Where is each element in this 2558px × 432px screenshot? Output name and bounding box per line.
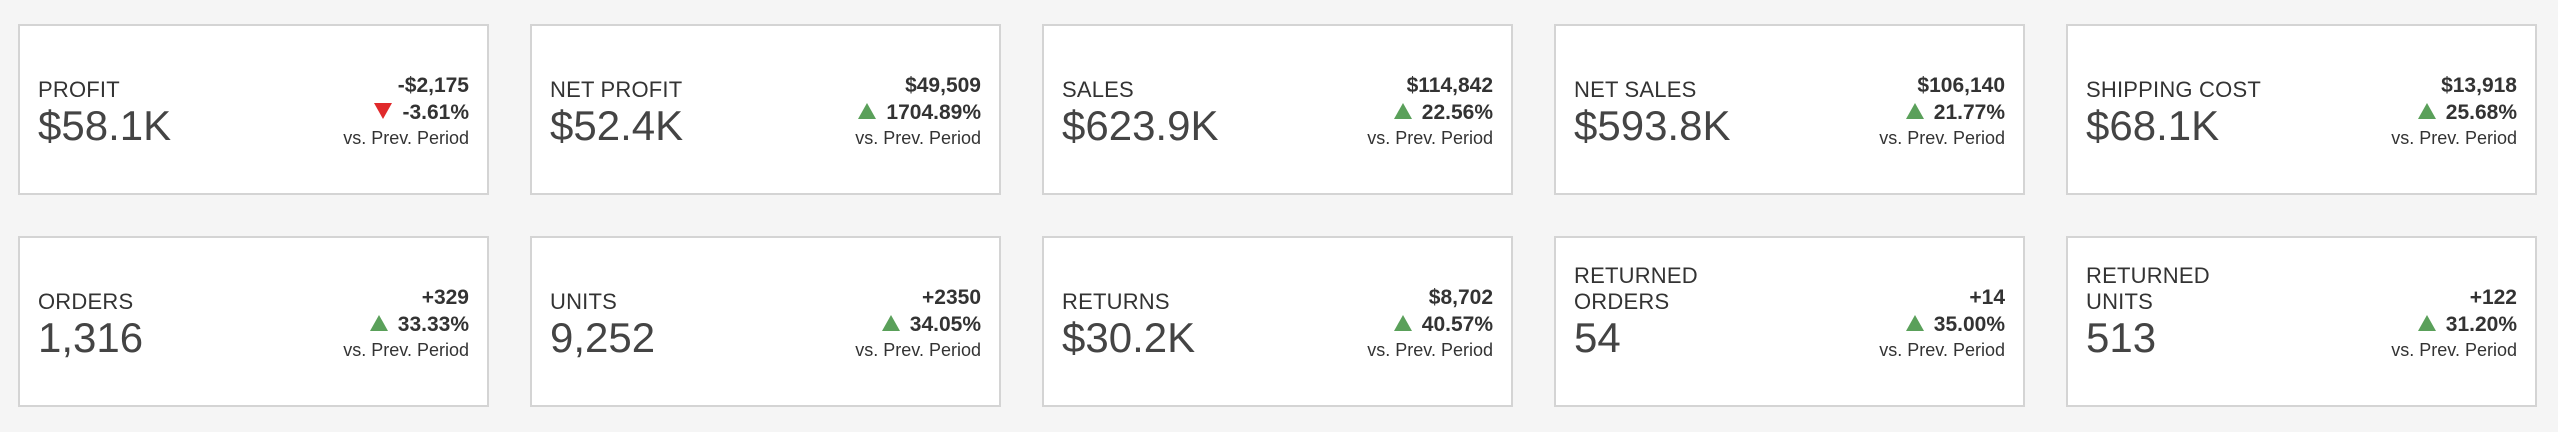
kpi-card-units[interactable]: UNITS 9,252 +2350 34.05% vs. Prev. Perio… xyxy=(530,236,1001,407)
kpi-comparison: +14 35.00% vs. Prev. Period xyxy=(1775,284,2005,362)
comparison-label: vs. Prev. Period xyxy=(855,128,981,148)
kpi-delta: +14 xyxy=(1969,286,2005,309)
kpi-delta: +122 xyxy=(2469,286,2517,309)
trend-up-icon xyxy=(1393,103,1412,120)
kpi-delta-pct-row: 31.20% xyxy=(2287,311,2517,338)
kpi-delta: $8,702 xyxy=(1428,286,1493,309)
kpi-delta-pct-row: 25.68% xyxy=(2287,99,2517,126)
kpi-card-returns[interactable]: RETURNS $30.2K $8,702 40.57% vs. Prev. P… xyxy=(1042,236,1513,407)
trend-up-icon xyxy=(2417,103,2436,120)
kpi-delta-pct-row: 1704.89% xyxy=(751,99,981,126)
kpi-delta-pct: 35.00% xyxy=(1933,313,2005,336)
kpi-delta-pct-row: 22.56% xyxy=(1263,99,1493,126)
kpi-delta-pct: 33.33% xyxy=(397,313,469,336)
kpi-label: RETURNED ORDERS xyxy=(1574,263,1698,314)
kpi-delta: $106,140 xyxy=(1917,74,2005,97)
trend-up-icon xyxy=(881,315,900,332)
kpi-delta-pct: 1704.89% xyxy=(886,101,981,124)
kpi-delta-pct: 21.77% xyxy=(1933,101,2005,124)
kpi-delta-pct-row: 33.33% xyxy=(239,311,469,338)
kpi-comparison: -$2,175 -3.61% vs. Prev. Period xyxy=(239,72,469,150)
kpi-comparison: $13,918 25.68% vs. Prev. Period xyxy=(2287,72,2517,150)
kpi-delta-pct: -3.61% xyxy=(402,101,469,124)
kpi-delta-pct-row: 40.57% xyxy=(1263,311,1493,338)
trend-up-icon xyxy=(2417,315,2436,332)
kpi-delta: $114,842 xyxy=(1406,74,1493,97)
kpi-delta: +2350 xyxy=(922,286,981,309)
kpi-card-net-profit[interactable]: NET PROFIT $52.4K $49,509 1704.89% vs. P… xyxy=(530,24,1001,195)
kpi-card-sales[interactable]: SALES $623.9K $114,842 22.56% vs. Prev. … xyxy=(1042,24,1513,195)
comparison-label: vs. Prev. Period xyxy=(1367,128,1493,148)
kpi-delta-pct-row: 21.77% xyxy=(1775,99,2005,126)
kpi-comparison: +329 33.33% vs. Prev. Period xyxy=(239,284,469,362)
kpi-comparison: +2350 34.05% vs. Prev. Period xyxy=(751,284,981,362)
kpi-value: 54 xyxy=(1574,314,1621,361)
kpi-grid: PROFIT $58.1K -$2,175 -3.61% vs. Prev. P… xyxy=(0,0,2558,432)
kpi-card-net-sales[interactable]: NET SALES $593.8K $106,140 21.77% vs. Pr… xyxy=(1554,24,2025,195)
kpi-delta: -$2,175 xyxy=(397,74,469,97)
kpi-delta-pct: 31.20% xyxy=(2445,313,2517,336)
kpi-comparison: +122 31.20% vs. Prev. Period xyxy=(2287,284,2517,362)
trend-up-icon xyxy=(1393,315,1412,332)
comparison-label: vs. Prev. Period xyxy=(2391,128,2517,148)
kpi-card-returned-units[interactable]: RETURNED UNITS 513 +122 31.20% vs. Prev.… xyxy=(2066,236,2537,407)
kpi-delta-pct: 34.05% xyxy=(909,313,981,336)
comparison-label: vs. Prev. Period xyxy=(343,340,469,360)
comparison-label: vs. Prev. Period xyxy=(1879,340,2005,360)
trend-up-icon xyxy=(369,315,388,332)
kpi-main: RETURNED UNITS 513 xyxy=(2086,263,2235,361)
trend-up-icon xyxy=(1905,103,1924,120)
kpi-comparison: $106,140 21.77% vs. Prev. Period xyxy=(1775,72,2005,150)
kpi-card-shipping-cost[interactable]: SHIPPING COST $68.1K $13,918 25.68% vs. … xyxy=(2066,24,2537,195)
kpi-delta: +329 xyxy=(421,286,469,309)
kpi-delta-pct-row: -3.61% xyxy=(239,99,469,126)
trend-up-icon xyxy=(1905,315,1924,332)
kpi-delta-pct: 25.68% xyxy=(2445,101,2517,124)
kpi-card-orders[interactable]: ORDERS 1,316 +329 33.33% vs. Prev. Perio… xyxy=(18,236,489,407)
kpi-card-profit[interactable]: PROFIT $58.1K -$2,175 -3.61% vs. Prev. P… xyxy=(18,24,489,195)
kpi-delta-pct: 22.56% xyxy=(1421,101,1493,124)
kpi-value: 513 xyxy=(2086,314,2157,361)
comparison-label: vs. Prev. Period xyxy=(1367,340,1493,360)
trend-up-icon xyxy=(858,103,877,120)
kpi-delta-pct-row: 34.05% xyxy=(751,311,981,338)
comparison-label: vs. Prev. Period xyxy=(2391,340,2517,360)
kpi-card-returned-orders[interactable]: RETURNED ORDERS 54 +14 35.00% vs. Prev. … xyxy=(1554,236,2025,407)
comparison-label: vs. Prev. Period xyxy=(855,340,981,360)
kpi-comparison: $49,509 1704.89% vs. Prev. Period xyxy=(751,72,981,150)
kpi-delta-pct: 40.57% xyxy=(1421,313,1493,336)
kpi-label: RETURNED UNITS xyxy=(2086,263,2210,314)
trend-down-icon xyxy=(374,103,393,120)
kpi-delta: $13,918 xyxy=(2441,74,2517,97)
kpi-delta-pct-row: 35.00% xyxy=(1775,311,2005,338)
comparison-label: vs. Prev. Period xyxy=(343,128,469,148)
kpi-main: RETURNED ORDERS 54 xyxy=(1574,263,1723,361)
kpi-comparison: $8,702 40.57% vs. Prev. Period xyxy=(1263,284,1493,362)
kpi-comparison: $114,842 22.56% vs. Prev. Period xyxy=(1263,72,1493,150)
kpi-delta: $49,509 xyxy=(905,74,981,97)
comparison-label: vs. Prev. Period xyxy=(1879,128,2005,148)
